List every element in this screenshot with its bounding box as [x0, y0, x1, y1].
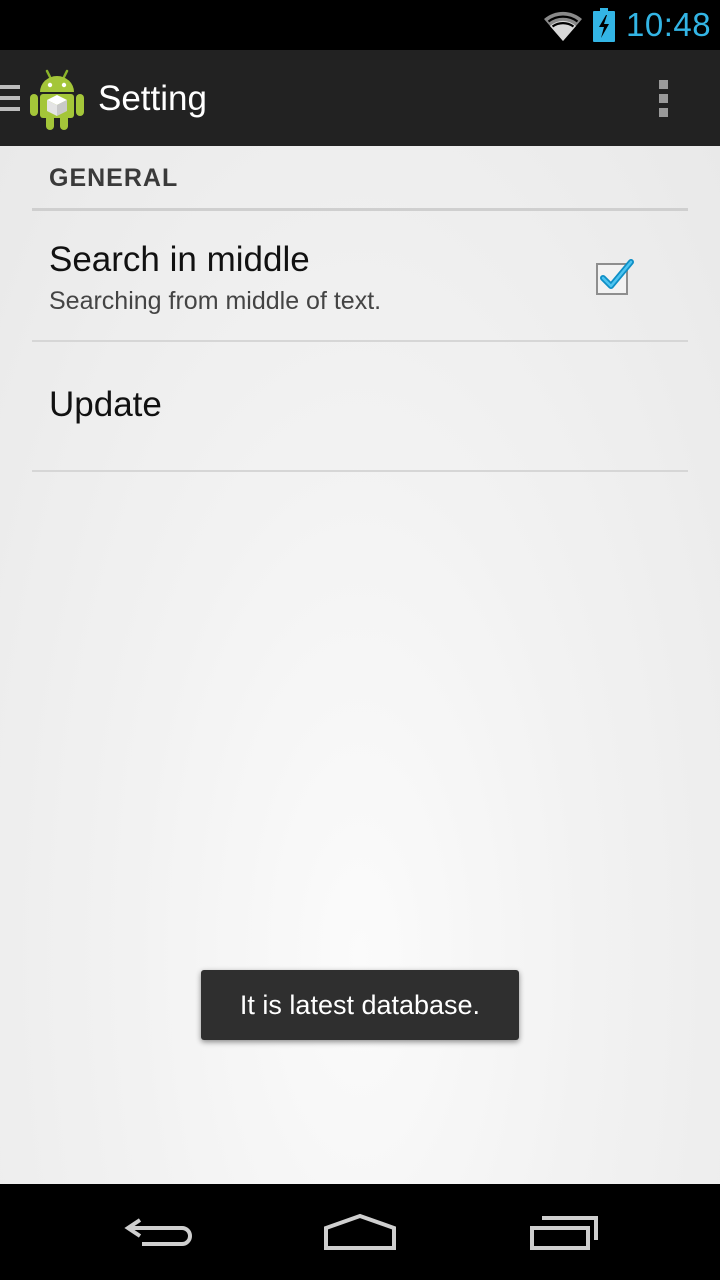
- preference-title: Update: [49, 385, 162, 424]
- recents-icon[interactable]: [524, 1208, 604, 1256]
- search-in-middle-checkbox[interactable]: [595, 256, 637, 298]
- update-preference[interactable]: Update: [32, 342, 688, 472]
- toast-message: It is latest database.: [201, 970, 519, 1040]
- home-icon[interactable]: [318, 1208, 402, 1256]
- status-bar: 10:48: [0, 0, 720, 50]
- category-header: GENERAL: [49, 164, 179, 192]
- back-icon[interactable]: [120, 1208, 200, 1256]
- wifi-icon: [543, 9, 583, 41]
- navigation-drawer-icon[interactable]: [0, 85, 20, 111]
- battery-charging-icon: [593, 8, 615, 42]
- search-in-middle-preference[interactable]: Search in middle Searching from middle o…: [32, 211, 688, 342]
- category-general: GENERAL: [32, 146, 688, 211]
- android-app-icon[interactable]: [28, 65, 86, 131]
- clock: 10:48: [626, 6, 712, 43]
- preference-title: Search in middle: [49, 240, 310, 279]
- action-bar: Setting: [0, 50, 720, 146]
- overflow-menu-icon[interactable]: [645, 74, 683, 122]
- preference-summary: Searching from middle of text.: [49, 287, 382, 315]
- navigation-bar: [0, 1184, 720, 1280]
- page-title: Setting: [98, 79, 207, 118]
